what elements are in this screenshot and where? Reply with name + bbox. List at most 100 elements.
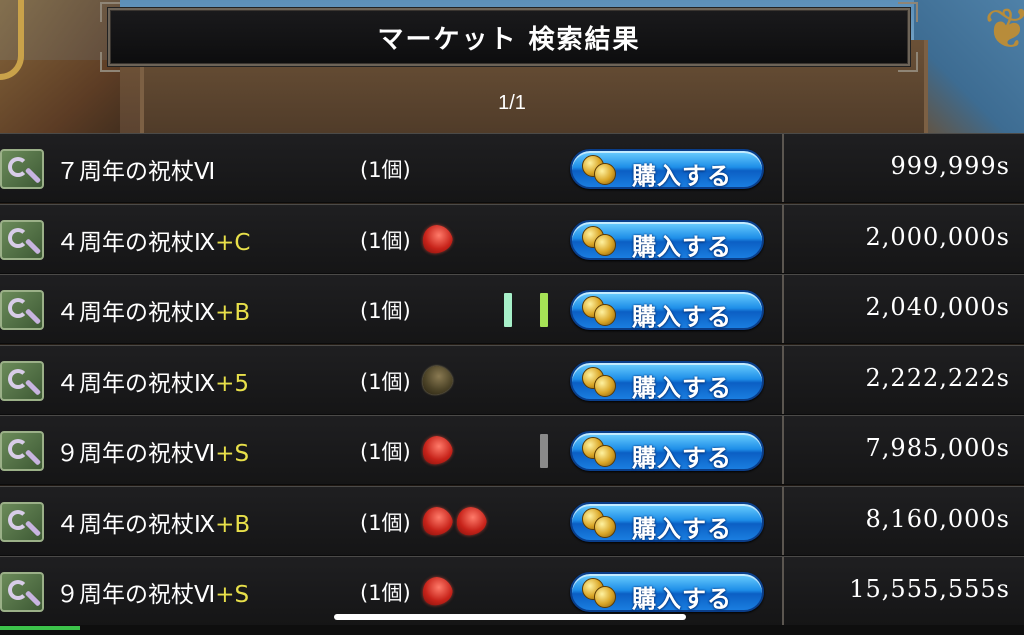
item-grade-suffix: +S	[215, 582, 250, 608]
page-title: マーケット 検索結果	[377, 24, 641, 55]
coin-icon	[594, 515, 616, 538]
item-quantity: (1個)	[360, 369, 411, 394]
red-gem-icon	[418, 502, 456, 539]
corner-ornament	[898, 2, 918, 22]
progress-indicator	[0, 626, 80, 630]
gem-list	[418, 502, 490, 539]
item-price: 2,222,222s	[865, 363, 1010, 392]
corner-ornament	[100, 52, 120, 72]
item-name: ９周年の祝杖Ⅵ+S	[56, 434, 249, 468]
item-price: 7,985,000s	[865, 434, 1010, 462]
item-grade-suffix: +C	[215, 229, 251, 256]
staff-item-icon[interactable]	[0, 572, 44, 612]
buy-button-label: 購入する	[632, 373, 732, 402]
price-cell: 999,999s	[786, 134, 1024, 202]
page-indicator: 1/1	[498, 92, 526, 114]
status-tick-gray	[540, 434, 548, 468]
item-name: ４周年の祝杖Ⅸ+C	[56, 223, 250, 257]
red-gem-icon	[418, 431, 456, 469]
item-grade-suffix: +5	[215, 370, 250, 397]
item-name: ４周年の祝杖Ⅸ+B	[56, 505, 250, 539]
buy-button[interactable]: 購入する	[570, 219, 764, 261]
buy-button[interactable]: 購入する	[570, 360, 764, 402]
red-gem-icon	[418, 572, 456, 610]
result-row: ４周年の祝杖Ⅸ+B (1個) 購入する 2,040,000s	[0, 274, 1024, 344]
item-cell: ４周年の祝杖Ⅸ+5 (1個) 購入する	[0, 345, 784, 414]
item-cell: ７周年の祝杖Ⅵ (1個) 購入する	[0, 134, 784, 202]
item-cell: ４周年の祝杖Ⅸ+C (1個) 購入する	[0, 204, 784, 273]
gem-list	[418, 220, 456, 257]
buy-button[interactable]: 購入する	[570, 431, 764, 472]
buy-button[interactable]: 購入する	[570, 501, 764, 543]
item-cell: ４周年の祝杖Ⅸ+B (1個) 購入する	[0, 275, 784, 343]
price-cell: 7,985,000s	[786, 416, 1024, 484]
price-cell: 2,000,000s	[786, 205, 1024, 273]
item-price: 8,160,000s	[865, 504, 1010, 533]
result-row: ９周年の祝杖Ⅵ+S (1個) 購入する 7,985,000s	[0, 415, 1024, 485]
item-name-base: ９周年の祝杖Ⅵ	[56, 441, 216, 467]
item-name-base: ４周年の祝杖Ⅸ	[56, 229, 216, 256]
item-name-base: ４周年の祝杖Ⅸ	[56, 300, 216, 326]
buy-button-label: 購入する	[632, 585, 732, 613]
item-cell: ９周年の祝杖Ⅵ+S (1個) 購入する	[0, 416, 784, 484]
price-cell: 2,222,222s	[786, 346, 1024, 414]
item-quantity: (1個)	[360, 228, 411, 253]
coin-icon	[594, 233, 616, 256]
staff-item-icon[interactable]	[0, 290, 44, 330]
item-name-base: ９周年の祝杖Ⅵ	[56, 582, 216, 608]
item-grade-suffix: +B	[215, 511, 251, 538]
coin-icon	[594, 374, 616, 397]
result-row: ４周年の祝杖Ⅸ+C (1個) 購入する 2,000,000s	[0, 203, 1024, 274]
price-cell: 15,555,555s	[786, 557, 1024, 625]
item-name: ４周年の祝杖Ⅸ+B	[56, 293, 250, 327]
staff-item-icon[interactable]	[0, 501, 44, 542]
search-result-list: ７周年の祝杖Ⅵ (1個) 購入する 999,999s ４周年の祝杖Ⅸ+C (1個) 購入する…	[0, 133, 1024, 626]
buy-button-label: 購入する	[632, 232, 732, 261]
staff-item-icon[interactable]	[0, 149, 44, 189]
item-name-base: ７周年の祝杖Ⅵ	[56, 159, 216, 185]
dark-gem-icon	[418, 361, 456, 398]
red-gem-icon	[418, 220, 456, 257]
gem-list	[418, 361, 456, 398]
item-price: 15,555,555s	[849, 575, 1010, 603]
item-name: ７周年の祝杖Ⅵ	[56, 152, 215, 186]
home-indicator[interactable]	[334, 614, 686, 620]
item-name: ４周年の祝杖Ⅸ+5	[56, 364, 249, 398]
coin-icon	[594, 445, 616, 467]
item-price: 2,040,000s	[865, 293, 1010, 321]
buy-button-label: 購入する	[632, 514, 732, 543]
staff-item-icon[interactable]	[0, 431, 44, 471]
coin-icon	[594, 586, 616, 608]
corner-ornament	[100, 2, 120, 22]
title-bar: マーケット 検索結果	[100, 2, 918, 72]
buy-button[interactable]: 購入する	[570, 149, 764, 190]
result-row: ４周年の祝杖Ⅸ+5 (1個) 購入する 2,222,222s	[0, 344, 1024, 415]
price-cell: 2,040,000s	[786, 275, 1024, 343]
status-tick-lime	[540, 293, 548, 327]
buy-button[interactable]: 購入する	[570, 290, 764, 331]
result-row: ７周年の祝杖Ⅵ (1個) 購入する 999,999s	[0, 133, 1024, 203]
buy-button-label: 購入する	[632, 303, 732, 331]
item-quantity: (1個)	[360, 440, 411, 464]
item-quantity: (1個)	[360, 510, 411, 535]
item-name-base: ４周年の祝杖Ⅸ	[56, 370, 216, 397]
buy-button[interactable]: 購入する	[570, 572, 764, 613]
item-quantity: (1個)	[360, 299, 411, 323]
buy-button-label: 購入する	[632, 444, 732, 472]
item-quantity: (1個)	[360, 158, 411, 182]
corner-ornament	[898, 52, 918, 72]
item-price: 999,999s	[890, 152, 1010, 180]
item-name: ９周年の祝杖Ⅵ+S	[56, 575, 249, 609]
coin-icon	[594, 163, 616, 185]
item-grade-suffix: +B	[215, 300, 251, 326]
gem-list	[418, 572, 456, 610]
coin-icon	[594, 304, 616, 326]
red-gem-icon	[452, 502, 490, 539]
staff-item-icon[interactable]	[0, 219, 44, 260]
status-tick-mint	[504, 293, 512, 327]
buy-button-label: 購入する	[632, 162, 732, 190]
staff-item-icon[interactable]	[0, 360, 44, 401]
item-grade-suffix: +S	[215, 441, 250, 467]
item-name-base: ４周年の祝杖Ⅸ	[56, 511, 216, 538]
bottom-bar	[0, 625, 1024, 635]
